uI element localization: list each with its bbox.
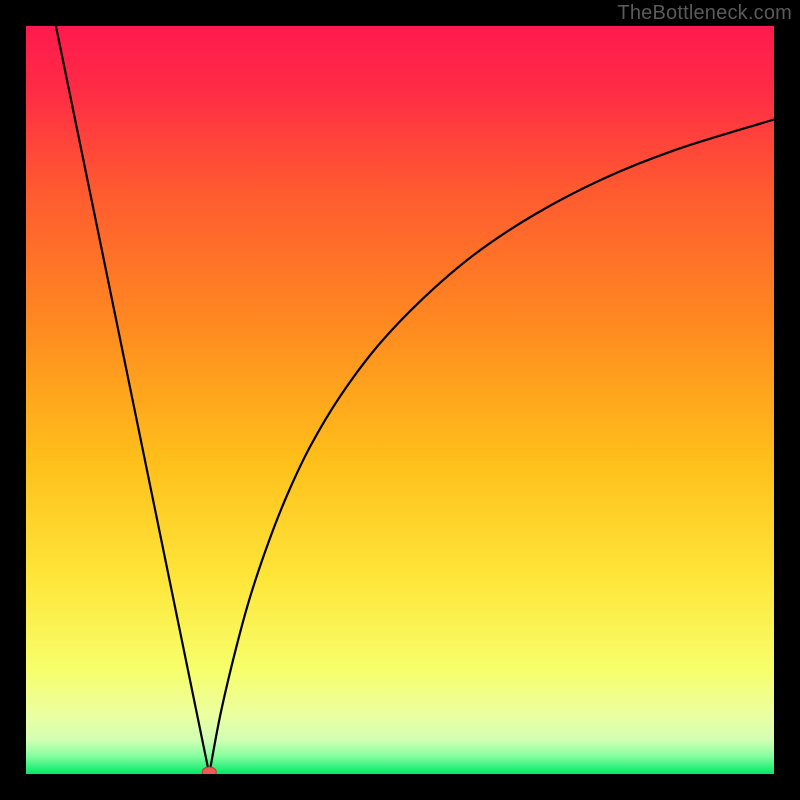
chart-frame: TheBottleneck.com	[0, 0, 800, 800]
watermark-text: TheBottleneck.com	[617, 2, 792, 25]
gradient-background	[26, 26, 774, 774]
chart-svg	[26, 26, 774, 774]
optimal-point-marker	[202, 767, 216, 774]
chart-plot-area	[26, 26, 774, 774]
